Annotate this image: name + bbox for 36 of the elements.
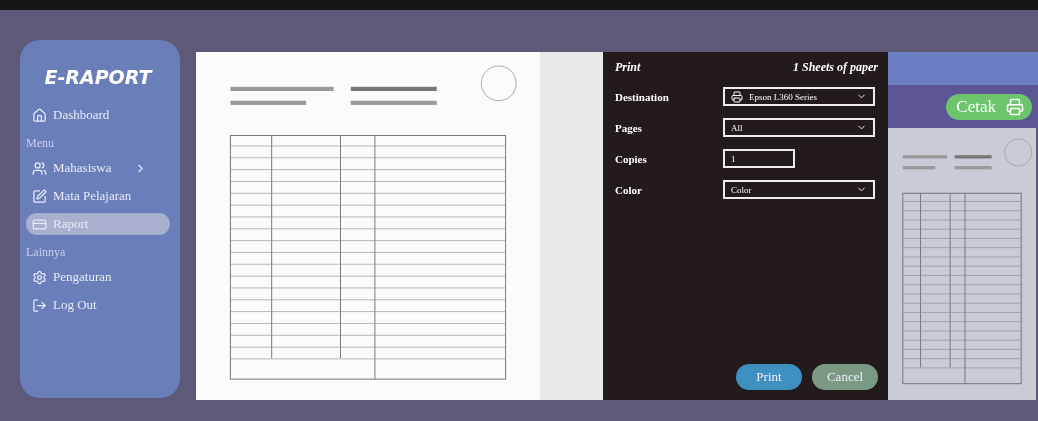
item-label: Raport [53,216,89,232]
sidebar-item[interactable]: Mahasiswa [26,157,170,179]
card-icon [32,216,47,232]
printer-icon [731,90,743,103]
sidebar-item[interactable]: Pengaturan [26,266,170,288]
print-button[interactable]: Cetak [946,93,1032,120]
people-icon [32,160,47,176]
home-icon [32,107,47,123]
sidebar-item[interactable]: Mata Pelajaran [26,185,170,207]
print-button[interactable]: Print [736,364,802,390]
field-label: Pages [615,121,643,134]
dialog-title: Print [615,60,641,75]
item-label: Dashboard [53,107,110,123]
app-logo: E-RAPORT [44,66,152,88]
printer-icon [1006,97,1024,116]
item-label: Mahasiswa [53,160,112,176]
edit-icon [32,188,47,204]
item-label: Mata Pelajaran [53,188,132,204]
section-heading: Menu [26,136,55,151]
select-field[interactable]: Epson L360 Series [723,87,875,106]
settings-icon [32,269,47,285]
field-label: Color [615,183,643,196]
field-label: Destination [615,90,670,103]
copies-field[interactable]: 1 [723,149,795,168]
item-label: Pengaturan [53,269,112,285]
section-heading: Lainnya [26,245,67,260]
field-label: Copies [615,152,648,165]
cancel-button[interactable]: Cancel [812,364,878,390]
sidebar-item[interactable]: Dashboard [26,104,170,126]
logout-icon [32,297,47,313]
sidebar-item[interactable]: Log Out [26,294,170,316]
item-label: Log Out [53,297,97,313]
select-field[interactable]: Color [723,180,875,199]
select-field[interactable]: All [723,118,875,137]
sidebar-item[interactable]: Raport [26,213,170,235]
sheet-count: 1 Sheets of paper [793,60,878,75]
